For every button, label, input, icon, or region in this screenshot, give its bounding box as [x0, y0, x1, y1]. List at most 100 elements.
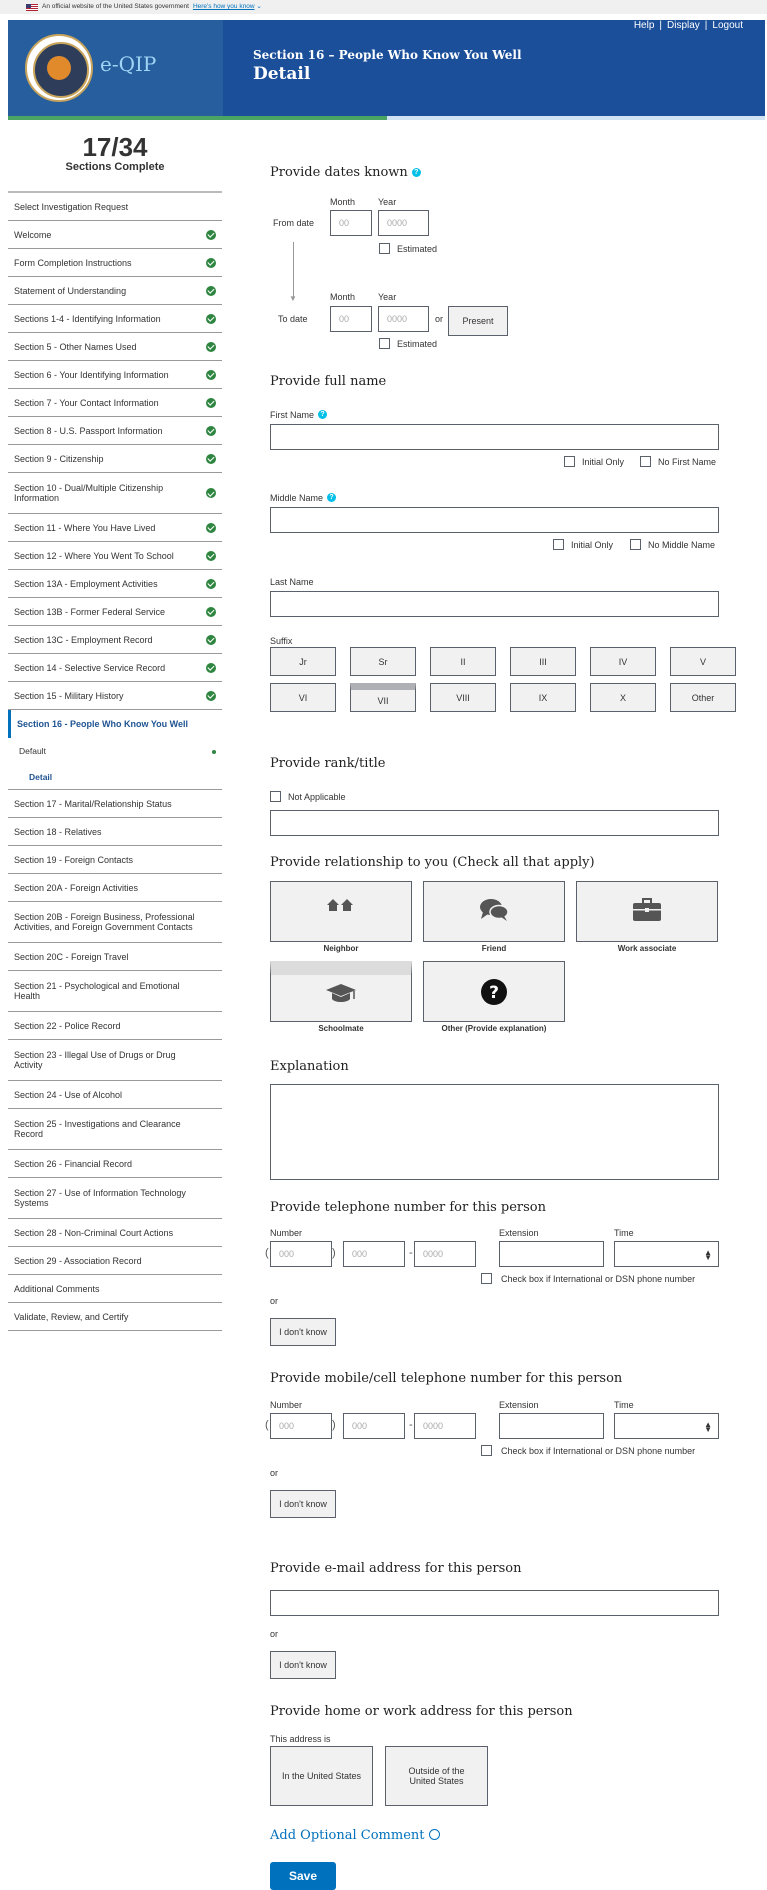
phone-area-input[interactable]: 000 — [270, 1241, 332, 1267]
mobile-extension-input[interactable] — [499, 1413, 604, 1439]
sidebar-item[interactable]: Sections 1-4 - Identifying Information — [8, 305, 222, 333]
mobile-dont-know-button[interactable]: I don't know — [270, 1490, 336, 1518]
sidebar-item[interactable]: Additional Comments — [8, 1275, 222, 1303]
to-estimated-checkbox[interactable] — [379, 338, 390, 349]
suffix-button[interactable]: Other — [670, 683, 736, 712]
sidebar-item[interactable]: Section 10 - Dual/Multiple Citizenship I… — [8, 473, 222, 514]
explanation-textarea[interactable] — [270, 1084, 719, 1180]
last-name-input[interactable] — [270, 591, 719, 617]
sidebar-item[interactable]: Section 19 - Foreign Contacts — [8, 846, 222, 874]
from-estimated-checkbox[interactable] — [379, 243, 390, 254]
phone-extension-input[interactable] — [499, 1241, 604, 1267]
sidebar-item[interactable]: Section 18 - Relatives — [8, 818, 222, 846]
suffix-button[interactable]: IX — [510, 683, 576, 712]
sidebar-item[interactable]: Statement of Understanding — [8, 277, 222, 305]
suffix-button[interactable]: Jr — [270, 647, 336, 676]
relationship-option[interactable]: ? — [423, 961, 565, 1022]
no-middle-name-checkbox[interactable] — [630, 539, 641, 550]
relationship-option[interactable] — [423, 881, 565, 942]
outside-united-states-button[interactable]: Outside of the United States — [385, 1746, 488, 1806]
sidebar-item[interactable]: Section 12 - Where You Went To School — [8, 542, 222, 570]
middle-initial-only-checkbox[interactable] — [553, 539, 564, 550]
sidebar-item[interactable]: Section 7 - Your Contact Information — [8, 389, 222, 417]
mobile-line-input[interactable]: 0000 — [414, 1413, 476, 1439]
mobile-prefix-input[interactable]: 000 — [343, 1413, 405, 1439]
sidebar-item[interactable]: Section 23 - Illegal Use of Drugs or Dru… — [8, 1040, 222, 1081]
phone-dont-know-button[interactable]: I don't know — [270, 1318, 336, 1346]
sidebar-item[interactable]: Section 25 - Investigations and Clearanc… — [8, 1109, 222, 1150]
sidebar-item[interactable]: Section 9 - Citizenship — [8, 445, 222, 473]
mobile-area-input[interactable]: 000 — [270, 1413, 332, 1439]
middle-name-input[interactable] — [270, 507, 719, 533]
sidebar-item[interactable]: Select Investigation Request — [8, 193, 222, 221]
phone-time-select[interactable]: ▲ ▼ — [614, 1241, 719, 1267]
help-icon[interactable]: ? — [318, 410, 328, 419]
first-name-input[interactable] — [270, 424, 719, 450]
not-applicable-checkbox[interactable] — [270, 791, 281, 802]
sidebar-subitem[interactable]: Detail — [8, 764, 222, 790]
sidebar-item[interactable]: Section 20B - Foreign Business, Professi… — [8, 902, 222, 943]
help-icon[interactable]: ? — [411, 168, 421, 177]
sidebar-item[interactable]: Section 20A - Foreign Activities — [8, 874, 222, 902]
no-first-name-checkbox[interactable] — [640, 456, 651, 467]
from-year-input[interactable]: 0000 — [378, 210, 429, 236]
in-united-states-button[interactable]: In the United States — [270, 1746, 373, 1806]
suffix-button[interactable]: X — [590, 683, 656, 712]
help-icon[interactable]: ? — [327, 493, 337, 502]
sidebar-item[interactable]: Form Completion Instructions — [8, 249, 222, 277]
sidebar-item[interactable]: Section 26 - Financial Record — [8, 1150, 222, 1178]
suffix-button[interactable]: VII — [350, 683, 416, 712]
to-year-input[interactable]: 0000 — [378, 306, 429, 332]
relationship-option[interactable] — [270, 881, 412, 942]
to-month-input[interactable]: 00 — [330, 306, 372, 332]
help-link[interactable]: Help — [634, 20, 655, 31]
sidebar-subitem[interactable]: Default — [8, 738, 222, 764]
sidebar-item[interactable]: Section 22 - Police Record — [8, 1012, 222, 1040]
sidebar-item[interactable]: Validate, Review, and Certify — [8, 1303, 222, 1331]
sidebar-item[interactable]: Section 11 - Where You Have Lived — [8, 514, 222, 542]
sidebar-item[interactable]: Section 6 - Your Identifying Information — [8, 361, 222, 389]
relationship-option[interactable] — [576, 881, 718, 942]
suffix-button[interactable]: V — [670, 647, 736, 676]
sidebar-item[interactable]: Section 13A - Employment Activities — [8, 570, 222, 598]
sidebar-item[interactable]: Section 21 - Psychological and Emotional… — [8, 971, 222, 1012]
logout-link[interactable]: Logout — [712, 20, 743, 31]
mobile-intl-checkbox[interactable] — [481, 1445, 492, 1456]
email-dont-know-button[interactable]: I don't know — [270, 1651, 336, 1679]
sidebar-item[interactable]: Section 29 - Association Record — [8, 1247, 222, 1275]
sidebar-item[interactable]: Section 20C - Foreign Travel — [8, 943, 222, 971]
present-button[interactable]: Present — [448, 306, 508, 336]
sidebar-item[interactable]: Section 5 - Other Names Used — [8, 333, 222, 361]
sections-counter: 17/34 — [82, 132, 148, 162]
heres-how-you-know-link[interactable]: Here's how you know — [193, 3, 255, 10]
sidebar-item[interactable]: Section 17 - Marital/Relationship Status — [8, 790, 222, 818]
sidebar-item[interactable]: Section 8 - U.S. Passport Information — [8, 417, 222, 445]
sidebar-item[interactable]: Section 13C - Employment Record — [8, 626, 222, 654]
sidebar-item[interactable]: Welcome — [8, 221, 222, 249]
sidebar-item[interactable]: Section 13B - Former Federal Service — [8, 598, 222, 626]
display-link[interactable]: Display — [667, 20, 700, 31]
sidebar-item-current[interactable]: Section 16 - People Who Know You Well — [8, 710, 222, 738]
email-input[interactable] — [270, 1590, 719, 1616]
suffix-button[interactable]: II — [430, 647, 496, 676]
suffix-button[interactable]: IV — [590, 647, 656, 676]
phone-intl-checkbox[interactable] — [481, 1273, 492, 1284]
sidebar-item[interactable]: Section 15 - Military History — [8, 682, 222, 710]
sidebar-item[interactable]: Section 28 - Non-Criminal Court Actions — [8, 1219, 222, 1247]
sidebar-item[interactable]: Section 27 - Use of Information Technolo… — [8, 1178, 222, 1219]
suffix-button[interactable]: VIII — [430, 683, 496, 712]
first-initial-only-checkbox[interactable] — [564, 456, 575, 467]
suffix-button[interactable]: Sr — [350, 647, 416, 676]
sidebar-item[interactable]: Section 24 - Use of Alcohol — [8, 1081, 222, 1109]
save-button[interactable]: Save — [270, 1862, 336, 1890]
mobile-time-select[interactable]: ▲ ▼ — [614, 1413, 719, 1439]
suffix-button[interactable]: VI — [270, 683, 336, 712]
from-month-input[interactable]: 00 — [330, 210, 372, 236]
add-optional-comment-link[interactable]: Add Optional Comment — [270, 1828, 440, 1843]
phone-line-input[interactable]: 0000 — [414, 1241, 476, 1267]
suffix-button[interactable]: III — [510, 647, 576, 676]
relationship-option[interactable] — [270, 961, 412, 1022]
phone-prefix-input[interactable]: 000 — [343, 1241, 405, 1267]
rank-title-input[interactable] — [270, 810, 719, 836]
sidebar-item[interactable]: Section 14 - Selective Service Record — [8, 654, 222, 682]
